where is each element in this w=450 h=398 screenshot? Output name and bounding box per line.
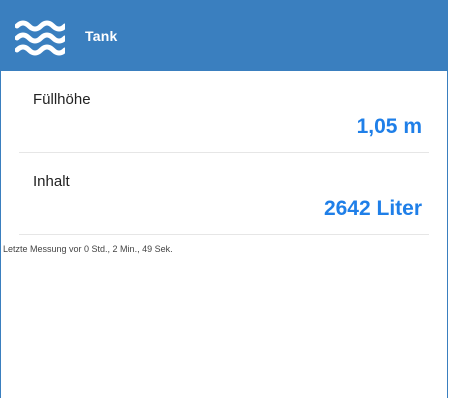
water-waves-icon xyxy=(14,16,68,56)
content-value: 2642 Liter xyxy=(323,197,422,220)
row-inhalt: Inhalt 2642 Liter xyxy=(19,153,429,235)
fill-height-value: 1,05 m xyxy=(356,115,422,138)
card-header: Tank xyxy=(1,0,447,71)
last-measurement-text: Letzte Messung vor 0 Std., 2 Min., 49 Se… xyxy=(3,244,173,254)
content-label: Inhalt xyxy=(33,173,70,190)
row-fuellhoehe: Füllhöhe 1,05 m xyxy=(19,71,429,153)
tank-card: Tank Füllhöhe 1,05 m Inhalt 2642 Liter L… xyxy=(0,0,448,398)
card-title: Tank xyxy=(85,27,118,44)
fill-height-label: Füllhöhe xyxy=(33,91,91,108)
